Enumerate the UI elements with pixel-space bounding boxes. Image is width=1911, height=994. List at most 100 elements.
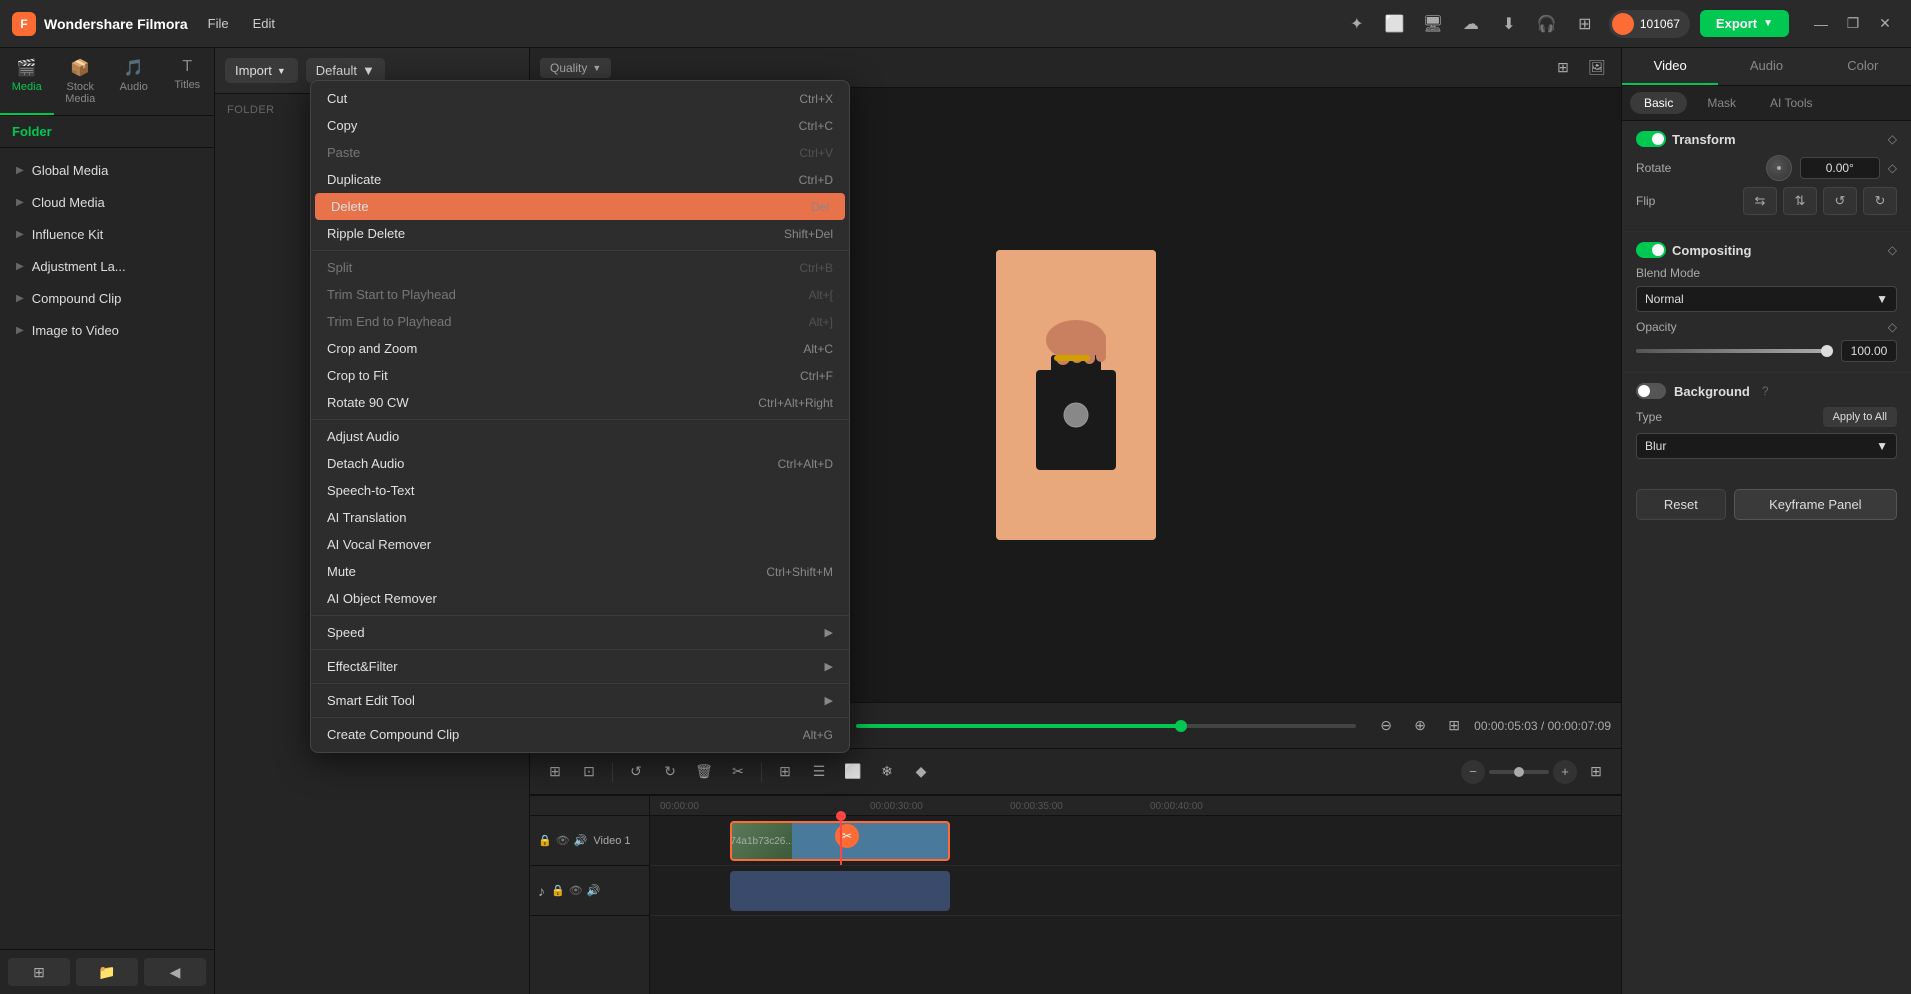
ctx-mute[interactable]: Mute Ctrl+Shift+M <box>311 558 849 585</box>
headphones-icon[interactable]: 🎧 <box>1533 10 1561 38</box>
subtab-ai-tools[interactable]: AI Tools <box>1756 92 1826 114</box>
subtab-basic[interactable]: Basic <box>1630 92 1687 114</box>
magic-icon[interactable]: ✦ <box>1343 10 1371 38</box>
ctx-trim-start[interactable]: Trim Start to Playhead Alt+[ <box>311 281 849 308</box>
eye-icon[interactable]: 👁 <box>556 834 570 847</box>
cloud-upload-icon[interactable]: ☁ <box>1457 10 1485 38</box>
transform-toggle[interactable] <box>1636 131 1666 147</box>
scissors-icon[interactable]: ✂ <box>723 757 753 787</box>
portrait-icon[interactable]: ⬜ <box>1381 10 1409 38</box>
close-button[interactable]: ✕ <box>1871 10 1899 38</box>
audio-icon[interactable]: 🔊 <box>574 834 588 847</box>
compositing-diamond-icon[interactable]: ◇ <box>1888 243 1897 257</box>
sidebar-item-influence-kit[interactable]: ▶ Influence Kit <box>4 219 210 250</box>
sidebar-item-cloud-media[interactable]: ▶ Cloud Media <box>4 187 210 218</box>
lock-icon[interactable]: 🔒 <box>538 834 552 847</box>
download-icon[interactable]: ⬇ <box>1495 10 1523 38</box>
image-view-icon[interactable]: 🖼 <box>1583 54 1611 82</box>
redo-button[interactable]: ↻ <box>655 757 685 787</box>
opacity-value[interactable]: 100.00 <box>1841 340 1897 362</box>
ctx-rotate-90[interactable]: Rotate 90 CW Ctrl+Alt+Right <box>311 389 849 416</box>
timeline-zoom-out-icon[interactable]: − <box>1461 760 1485 784</box>
tab-titles[interactable]: T Titles <box>161 48 215 115</box>
ctx-duplicate[interactable]: Duplicate Ctrl+D <box>311 166 849 193</box>
ctx-trim-end[interactable]: Trim End to Playhead Alt+] <box>311 308 849 335</box>
blur-type-select[interactable]: Blur ▼ <box>1636 433 1897 459</box>
ctx-smart-edit[interactable]: Smart Edit Tool ▶ <box>311 687 849 714</box>
audio-icon[interactable]: 🔊 <box>587 884 601 897</box>
opacity-slider[interactable] <box>1636 349 1833 353</box>
view-mode-icon[interactable]: ⊞ <box>1440 712 1468 740</box>
ctx-paste[interactable]: Paste Ctrl+V <box>311 139 849 166</box>
tab-media[interactable]: 🎬 Media <box>0 48 54 115</box>
timeline-settings-icon[interactable]: ⊞ <box>1581 757 1611 787</box>
rotate-right-button[interactable]: ↻ <box>1863 187 1897 215</box>
timeline-zoom-slider[interactable] <box>1489 770 1549 774</box>
background-help-icon[interactable]: ? <box>1762 384 1769 398</box>
sidebar-item-adjustment-layer[interactable]: ▶ Adjustment La... <box>4 251 210 282</box>
freeze-button[interactable]: ❄ <box>872 757 902 787</box>
ctx-ripple-delete[interactable]: Ripple Delete Shift+Del <box>311 220 849 247</box>
magnet-tool-icon[interactable]: ⊡ <box>574 757 604 787</box>
compositing-toggle[interactable] <box>1636 242 1666 258</box>
preview-timebar[interactable] <box>856 724 1356 728</box>
folder-options-button[interactable]: 📁 <box>76 958 138 986</box>
tab-stock-media[interactable]: 📦 Stock Media <box>54 48 108 115</box>
eye-icon[interactable]: 👁 <box>569 884 583 897</box>
add-media-button[interactable]: ⊞ <box>770 757 800 787</box>
menu-edit[interactable]: Edit <box>243 12 285 35</box>
rotate-wheel[interactable] <box>1766 155 1792 181</box>
user-badge[interactable]: 101067 <box>1609 10 1690 38</box>
apply-all-button[interactable]: Apply to All <box>1823 407 1897 427</box>
grid-view-icon[interactable]: ⊞ <box>1549 54 1577 82</box>
ctx-ai-translation[interactable]: AI Translation <box>311 504 849 531</box>
ctx-split[interactable]: Split Ctrl+B <box>311 254 849 281</box>
ctx-speech-to-text[interactable]: Speech-to-Text <box>311 477 849 504</box>
sidebar-item-global-media[interactable]: ▶ Global Media <box>4 155 210 186</box>
tab-audio[interactable]: Audio <box>1718 48 1814 85</box>
ctx-ai-vocal-remover[interactable]: AI Vocal Remover <box>311 531 849 558</box>
monitor-icon[interactable]: 🖥 <box>1419 10 1447 38</box>
grid-icon[interactable]: ⊞ <box>1571 10 1599 38</box>
import-button[interactable]: Import ▼ <box>225 58 298 83</box>
tab-audio[interactable]: 🎵 Audio <box>107 48 161 115</box>
grid-tool-icon[interactable]: ⊞ <box>540 757 570 787</box>
playhead[interactable] <box>840 816 842 865</box>
timeline-zoom-in-icon[interactable]: + <box>1553 760 1577 784</box>
lock-icon[interactable]: 🔒 <box>551 884 565 897</box>
blend-mode-select[interactable]: Normal ▼ <box>1636 286 1897 312</box>
ctx-copy[interactable]: Copy Ctrl+C <box>311 112 849 139</box>
keyframe-button[interactable]: ◆ <box>906 757 936 787</box>
ctx-speed[interactable]: Speed ▶ <box>311 619 849 646</box>
quality-selector[interactable]: Quality ▼ <box>540 58 611 78</box>
keyframe-panel-button[interactable]: Keyframe Panel <box>1734 489 1897 520</box>
sidebar-item-compound-clip[interactable]: ▶ Compound Clip <box>4 283 210 314</box>
minimize-button[interactable]: — <box>1807 10 1835 38</box>
flip-vertical-button[interactable]: ⇅ <box>1783 187 1817 215</box>
zoom-out-icon[interactable]: ⊖ <box>1372 712 1400 740</box>
sidebar-item-image-to-video[interactable]: ▶ Image to Video <box>4 315 210 346</box>
ctx-ai-object-remover[interactable]: AI Object Remover <box>311 585 849 612</box>
add-folder-button[interactable]: ⊞ <box>8 958 70 986</box>
ctx-detach-audio[interactable]: Detach Audio Ctrl+Alt+D <box>311 450 849 477</box>
ctx-crop-fit[interactable]: Crop to Fit Ctrl+F <box>311 362 849 389</box>
tab-color[interactable]: Color <box>1815 48 1911 85</box>
keyframe-diamond-icon[interactable]: ◇ <box>1888 132 1897 146</box>
undo-button[interactable]: ↺ <box>621 757 651 787</box>
rotate-left-button[interactable]: ↺ <box>1823 187 1857 215</box>
pip-button[interactable]: ⬜ <box>838 757 868 787</box>
opacity-diamond-icon[interactable]: ◇ <box>1888 320 1897 334</box>
ctx-delete[interactable]: Delete Del <box>315 193 845 220</box>
ctx-adjust-audio[interactable]: Adjust Audio <box>311 423 849 450</box>
subtab-mask[interactable]: Mask <box>1693 92 1750 114</box>
delete-button[interactable]: 🗑 <box>689 757 719 787</box>
add-track-button[interactable]: ☰ <box>804 757 834 787</box>
collapse-button[interactable]: ◀ <box>144 958 206 986</box>
audio-clip[interactable] <box>730 871 950 911</box>
flip-horizontal-button[interactable]: ⇆ <box>1743 187 1777 215</box>
tab-video[interactable]: Video <box>1622 48 1718 85</box>
maximize-button[interactable]: ❐ <box>1839 10 1867 38</box>
export-button[interactable]: Export ▼ <box>1700 10 1789 37</box>
ctx-cut[interactable]: Cut Ctrl+X <box>311 85 849 112</box>
ctx-create-compound-clip[interactable]: Create Compound Clip Alt+G <box>311 721 849 748</box>
